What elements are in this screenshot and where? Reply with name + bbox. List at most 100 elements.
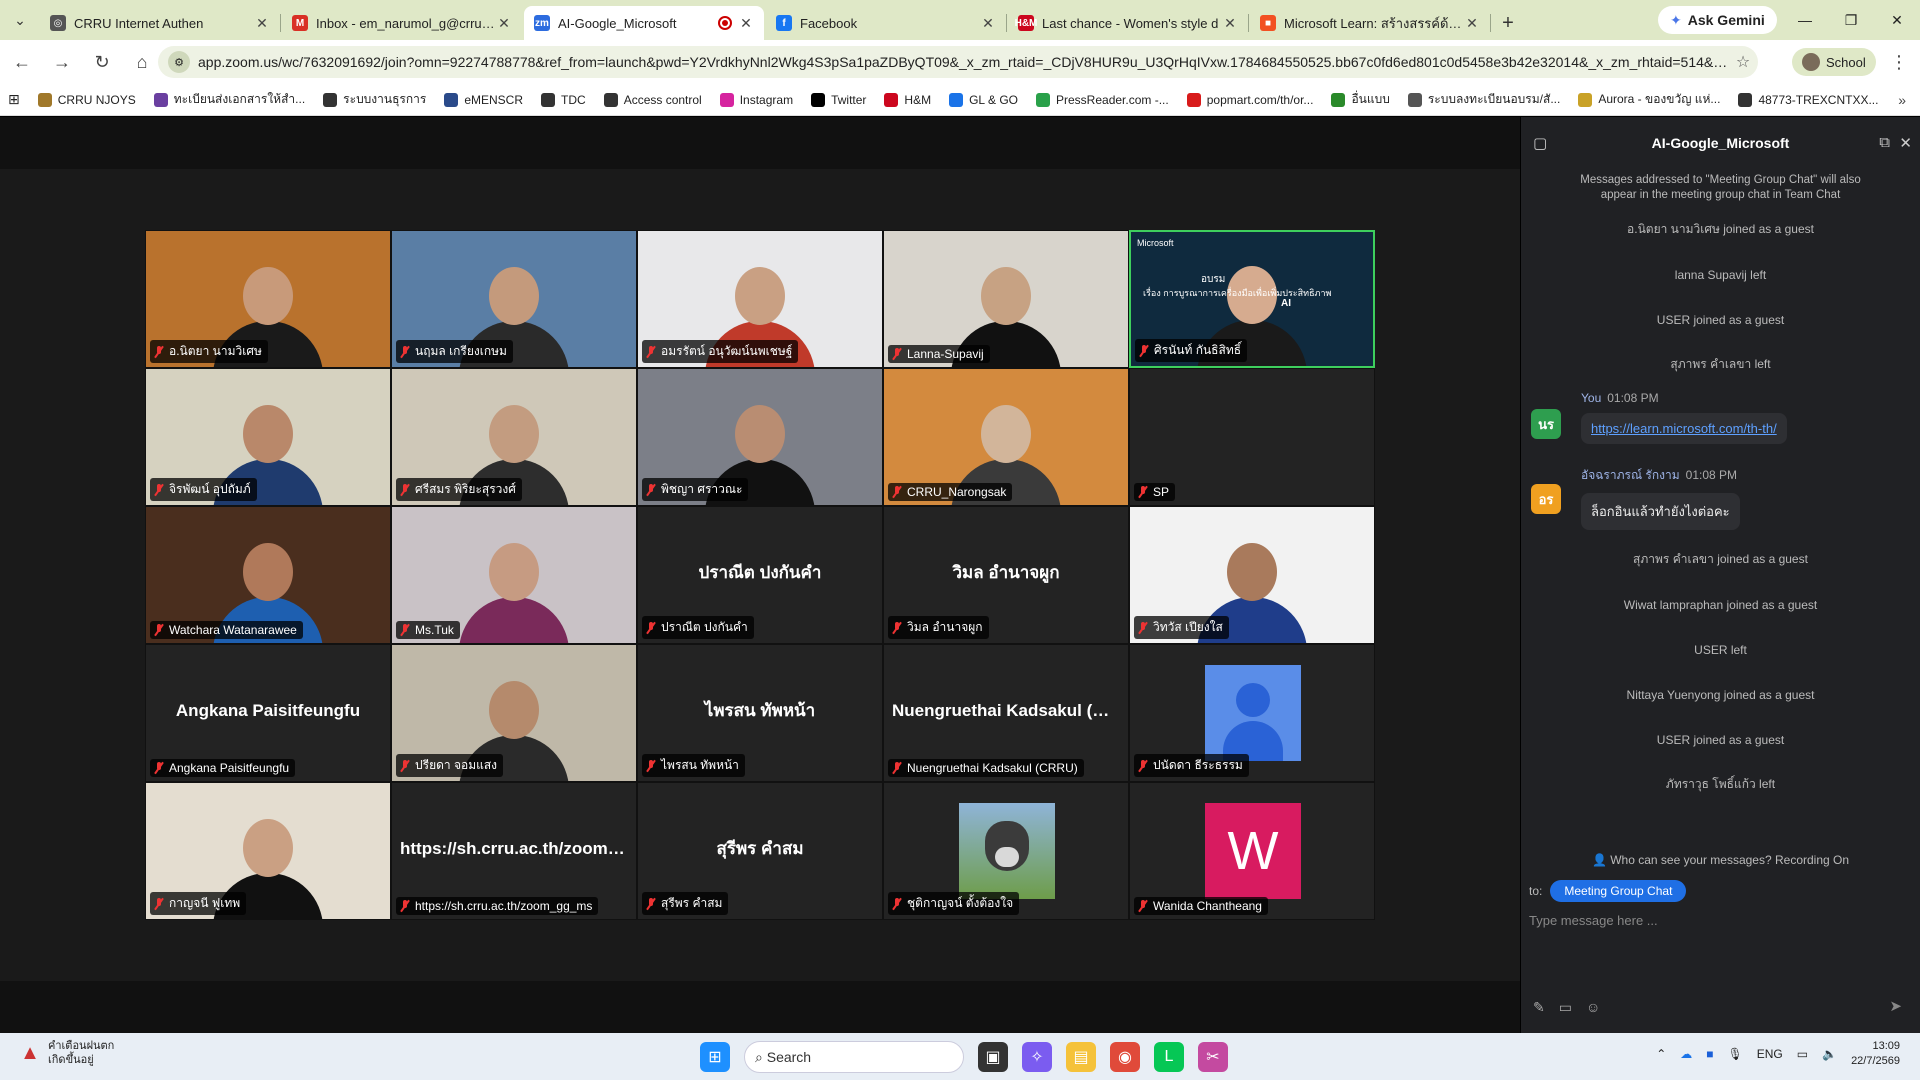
participant-tile[interactable]: SP	[1129, 368, 1375, 506]
popout-icon[interactable]: ⧉	[1879, 134, 1890, 151]
participant-tile[interactable]: ปราณีต ปงกันคำ ปราณีต ปงกันคำ	[637, 506, 883, 644]
message-input[interactable]: Type message here ...	[1529, 913, 1909, 928]
ask-gemini-button[interactable]: ✦ Ask Gemini	[1658, 6, 1777, 34]
bookmark-item[interactable]: H&M	[884, 92, 931, 107]
bookmark-item[interactable]: Instagram	[719, 92, 793, 107]
close-tab-icon[interactable]: ✕	[1222, 15, 1238, 32]
participant-tile[interactable]: ไพรสน ทัพหน้า ไพรสน ทัพหน้า	[637, 644, 883, 782]
bookmark-item[interactable]: Aurora - ของขวัญ แห่...	[1578, 90, 1720, 109]
file-icon[interactable]: ▭	[1559, 999, 1572, 1016]
bookmark-star-icon[interactable]: ☆	[1728, 52, 1758, 72]
clock[interactable]: 13:09 22/7/2569	[1851, 1039, 1900, 1069]
participant-tile[interactable]: ปนัดดา ธีระธรรม	[1129, 644, 1375, 782]
close-tab-icon[interactable]: ✕	[254, 15, 270, 32]
participant-tile[interactable]: จิรพัฒน์ อุปถัมภ์	[145, 368, 391, 506]
chrome-icon[interactable]: ◉	[1110, 1042, 1140, 1072]
participant-tile[interactable]: ศรีสมร พิริยะสุรวงศ์	[391, 368, 637, 506]
app-tray-icon[interactable]: ■	[1706, 1047, 1713, 1061]
address-bar[interactable]: ⚙ app.zoom.us/wc/7632091692/join?omn=922…	[158, 46, 1758, 78]
microphone-icon[interactable]: 🎙	[1728, 1047, 1743, 1061]
bookmark-item[interactable]: ทะเบียนส่งเอกสารให้สำ...	[153, 90, 305, 109]
close-tab-icon[interactable]: ✕	[496, 15, 512, 32]
participant-tile[interactable]: ชุติกาญจน์ ตั้งต้องใจ	[883, 782, 1129, 920]
recipient-dropdown[interactable]: Meeting Group Chat	[1550, 880, 1687, 902]
participant-tile[interactable]: อ.นิตยา นามวิเศษ	[145, 230, 391, 368]
close-chat-icon[interactable]: ✕	[1899, 134, 1912, 152]
participant-tile[interactable]: Angkana Paisitfeungfu Angkana Paisitfeung…	[145, 644, 391, 782]
new-tab-button[interactable]: +	[1492, 6, 1524, 40]
message-sender[interactable]: You	[1581, 391, 1601, 405]
emoji-icon[interactable]: ☺	[1586, 999, 1600, 1016]
tab-search-chevron-icon[interactable]: ⌄	[0, 0, 40, 40]
participant-tile[interactable]: พิชญา ศราวณะ	[637, 368, 883, 506]
browser-tab[interactable]: H&M Last chance - Women's style d ✕	[1008, 6, 1249, 40]
message-sender[interactable]: อัจฉราภรณ์ รักงาม	[1581, 468, 1680, 482]
bookmark-item[interactable]: GL & GO	[949, 92, 1018, 107]
onedrive-icon[interactable]: ☁	[1680, 1047, 1692, 1061]
profile-button[interactable]: School	[1792, 48, 1876, 76]
bookmark-item[interactable]: CRRU NJOYS	[37, 92, 136, 107]
forward-icon[interactable]: →	[44, 44, 80, 80]
apps-grid-icon[interactable]: ⊞	[8, 91, 20, 108]
participant-tile[interactable]: Microsoft อบรม เรื่อง การบูรณาการเครื่องมื…	[1129, 230, 1375, 368]
volume-icon[interactable]: 🔈	[1822, 1047, 1837, 1061]
bookmark-item[interactable]: PressReader.com -...	[1036, 92, 1169, 107]
file-explorer-icon[interactable]: ▤	[1066, 1042, 1096, 1072]
format-icon[interactable]: ✎	[1533, 999, 1545, 1016]
start-icon[interactable]: ⊞	[700, 1042, 730, 1072]
line-icon[interactable]: L	[1154, 1042, 1184, 1072]
bookmark-item[interactable]: popmart.com/th/or...	[1186, 92, 1313, 107]
participant-tile[interactable]: Nuengruethai Kadsakul (CR... Nuengruethai…	[883, 644, 1129, 782]
close-window-icon[interactable]: ✕	[1874, 0, 1920, 40]
reload-icon[interactable]: ↻	[84, 44, 120, 80]
participant-tile[interactable]: Ms.Tuk	[391, 506, 637, 644]
copilot-icon[interactable]: ✧	[1022, 1042, 1052, 1072]
bookmark-item[interactable]: ระบบงานธุรการ	[323, 90, 426, 109]
close-tab-icon[interactable]: ✕	[1464, 15, 1480, 32]
participant-tile[interactable]: Watchara Watanarawee	[145, 506, 391, 644]
participant-tile[interactable]: CRRU_Narongsak	[883, 368, 1129, 506]
snipping-tool-icon[interactable]: ✂	[1198, 1042, 1228, 1072]
url-text[interactable]: app.zoom.us/wc/7632091692/join?omn=92274…	[198, 54, 1728, 70]
close-tab-icon[interactable]: ✕	[738, 15, 754, 32]
network-icon[interactable]: ▭	[1797, 1047, 1808, 1061]
home-icon[interactable]: ⌂	[124, 44, 160, 80]
participant-tile[interactable]: สุรีพร คำสม สุรีพร คำสม	[637, 782, 883, 920]
browser-tab[interactable]: zm AI-Google_Microsoft ✕	[524, 6, 764, 40]
participant-tile[interactable]: Lanna-Supavij	[883, 230, 1129, 368]
browser-menu-icon[interactable]: ⋮	[1884, 48, 1914, 76]
bookmark-item[interactable]: อื่นแบบ	[1331, 90, 1390, 109]
participant-tile[interactable]: W Wanida Chantheang	[1129, 782, 1375, 920]
participant-tile[interactable]: https://sh.crru.ac.th/zoom_... https://sh…	[391, 782, 637, 920]
more-bookmarks-icon[interactable]: »	[1898, 92, 1906, 108]
language-indicator[interactable]: ENG	[1757, 1047, 1783, 1061]
participant-tile[interactable]: นฤมล เกรียงเกษม	[391, 230, 637, 368]
browser-tab[interactable]: ■ Microsoft Learn: สร้างสรรค์ด้วยท ✕	[1250, 6, 1491, 40]
bookmark-item[interactable]: Twitter	[811, 92, 866, 107]
participant-tile[interactable]: อมรรัตน์ อนุวัฒน์นพเชษฐ์	[637, 230, 883, 368]
weather-widget[interactable]: ▲ คำเตือนฝนตก เกิดขึ้นอยู่	[18, 1039, 114, 1067]
who-can-see-link[interactable]: 👤 Who can see your messages? Recording O…	[1521, 853, 1920, 867]
browser-tab[interactable]: f Facebook ✕	[766, 6, 1007, 40]
participant-tile[interactable]: วิมล อำนาจผูก วิมล อำนาจผูก	[883, 506, 1129, 644]
close-tab-icon[interactable]: ✕	[980, 15, 996, 32]
send-icon[interactable]: ➤	[1889, 997, 1902, 1015]
task-view-icon[interactable]: ▣	[978, 1042, 1008, 1072]
minimize-icon[interactable]: —	[1782, 0, 1828, 40]
participant-tile[interactable]: วิทวัส เปียงใส	[1129, 506, 1375, 644]
show-hidden-icons-icon[interactable]: ⌃	[1656, 1047, 1666, 1061]
bookmark-item[interactable]: TDC	[541, 92, 586, 107]
bookmark-item[interactable]: eMENSCR	[444, 92, 523, 107]
taskbar-search[interactable]: ⌕ Search	[744, 1041, 964, 1073]
bookmark-item[interactable]: Access control	[603, 92, 702, 107]
browser-tab[interactable]: M Inbox - em_narumol_g@crru.ac ✕	[282, 6, 522, 40]
message-link[interactable]: https://learn.microsoft.com/th-th/	[1591, 421, 1777, 436]
back-icon[interactable]: ←	[4, 44, 40, 80]
participant-tile[interactable]: กาญจนี ฟูเทพ	[145, 782, 391, 920]
site-info-icon[interactable]: ⚙	[168, 51, 190, 73]
participant-tile[interactable]: ปรียดา จอมแสง	[391, 644, 637, 782]
bookmark-item[interactable]: ระบบลงทะเบียนอบรม/สั...	[1407, 90, 1560, 109]
bookmark-item[interactable]: 48773-TREXCNTXX...	[1738, 92, 1878, 107]
browser-tab[interactable]: ◎ CRRU Internet Authen ✕	[40, 6, 281, 40]
restore-icon[interactable]: ❐	[1828, 0, 1874, 40]
